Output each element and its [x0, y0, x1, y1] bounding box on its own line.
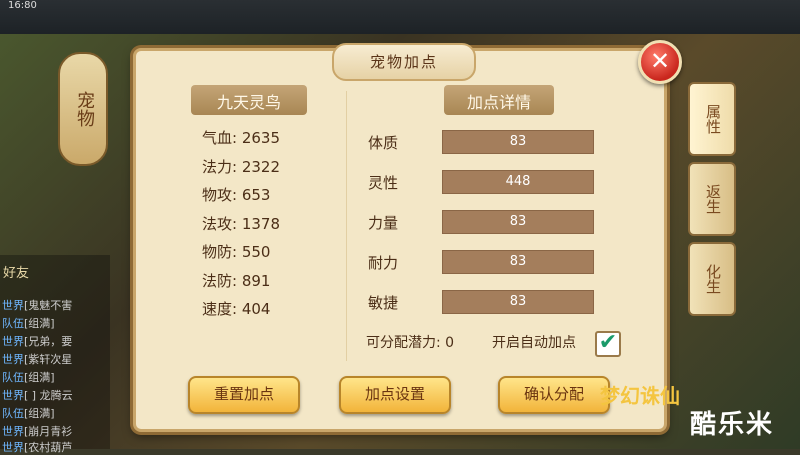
chat-line: 队伍[组满]	[2, 371, 55, 384]
points-settings-button[interactable]: 加点设置	[339, 376, 451, 414]
stat-phys-attack: 物攻: 653	[202, 186, 271, 204]
attr-value-bar[interactable]: 83	[442, 210, 594, 234]
stat-phys-defense: 物防: 550	[202, 243, 271, 261]
detail-title: 加点详情	[466, 93, 531, 112]
divider	[346, 91, 347, 361]
attr-label: 耐力	[368, 254, 399, 272]
auto-allocate-checkbox[interactable]: ✔	[595, 331, 621, 357]
attr-value-bar[interactable]: 83	[442, 130, 594, 154]
side-tab-pet[interactable]: 宠物	[58, 52, 108, 166]
chat-line: 队伍[组满]	[2, 407, 55, 420]
detail-title-plate: 加点详情	[444, 85, 554, 115]
game-logo: 梦幻诛仙	[600, 384, 680, 408]
confirm-allocation-button[interactable]: 确认分配	[498, 376, 610, 414]
stat-speed: 速度: 404	[202, 300, 271, 318]
status-time: 16:80	[8, 0, 37, 11]
attr-label: 灵性	[368, 174, 399, 192]
attr-value-bar[interactable]: 83	[442, 290, 594, 314]
pet-name: 九天灵鸟	[216, 93, 281, 112]
pet-name-plate: 九天灵鸟	[191, 85, 307, 115]
stat-mp: 法力: 2322	[202, 157, 281, 176]
tab-attributes[interactable]: 属性	[688, 82, 736, 156]
attr-label: 敏捷	[368, 294, 399, 312]
watermark: 酷乐米	[690, 410, 775, 440]
pet-stats: 气血: 2635 法力: 2322 物攻: 653 法攻: 1378 物防: 5…	[202, 127, 280, 327]
top-bar: 16:80	[0, 0, 800, 34]
chat-line: 世界[兄弟，要	[2, 335, 73, 348]
attr-value-bar[interactable]: 83	[442, 250, 594, 274]
attr-label: 力量	[368, 214, 399, 232]
chat-line: 队伍[组满]	[2, 317, 55, 330]
reset-points-button[interactable]: 重置加点	[188, 376, 300, 414]
chat-panel: 世界[鬼魅不害 队伍[组满] 世界[兄弟，要 世界[紫轩次星 队伍[组满] 世界…	[0, 255, 110, 454]
dialog-title-plate: 宠物加点	[332, 43, 476, 81]
close-button[interactable]: ✕	[638, 40, 682, 84]
potential-value: 0	[445, 335, 455, 351]
chat-line: 世界[ ] 龙腾云	[2, 389, 73, 402]
close-icon: ✕	[649, 47, 671, 75]
chat-line: 世界[紫轩次星	[2, 353, 73, 366]
chat-line: 世界[农村葫芦	[2, 441, 73, 454]
tab-rebirth[interactable]: 返生	[688, 162, 736, 236]
stat-magic-attack: 法攻: 1378	[202, 214, 281, 233]
chat-line: 世界[鬼魅不害	[2, 299, 73, 312]
potential-points: 可分配潜力: 0	[366, 335, 455, 351]
dialog-title: 宠物加点	[369, 53, 438, 71]
friend-label[interactable]: 好友	[3, 262, 29, 281]
check-icon: ✔	[598, 330, 618, 355]
pet-points-dialog: 宠物加点 九天灵鸟 气血: 2635 法力: 2322 物攻: 653 法攻: …	[133, 43, 667, 432]
attr-label: 体质	[368, 134, 399, 152]
chat-line: 世界[崩月青衫	[2, 425, 73, 438]
stat-hp: 气血: 2635	[202, 129, 281, 147]
attr-value-bar[interactable]: 448	[442, 170, 594, 194]
auto-allocate-label: 开启自动加点	[492, 335, 576, 351]
tab-transform[interactable]: 化生	[688, 242, 736, 316]
stat-magic-defense: 法防: 891	[202, 271, 271, 290]
